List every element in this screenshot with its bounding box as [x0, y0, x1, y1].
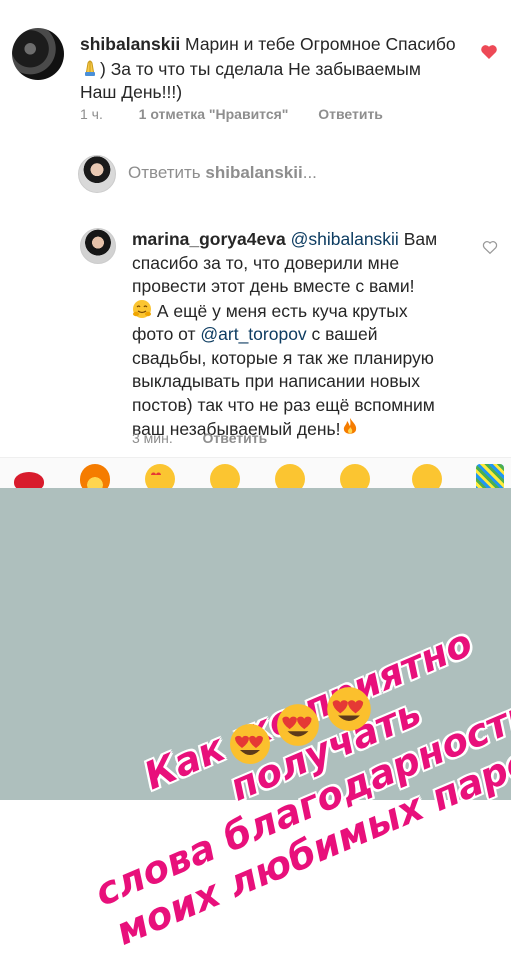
comment-2-time: 3 мин. [132, 430, 173, 446]
mention-art-toropov[interactable]: @art_toropov [200, 324, 306, 344]
comment-2-meta: 3 мин. Ответить [132, 430, 267, 446]
comment-1-meta: 1 ч. 1 отметка "Нравится" Ответить [80, 106, 383, 122]
comment-1-time: 1 ч. [80, 106, 103, 122]
mention-shibalanskii[interactable]: @shibalanskii [291, 229, 399, 249]
comment-1-likes[interactable]: 1 отметка "Нравится" [139, 106, 289, 122]
avatar-current-user [78, 155, 116, 193]
reply-input[interactable]: Ответить shibalanskii... [128, 163, 317, 183]
heart-eyes-emoji-icon [230, 724, 270, 764]
comment-2-username[interactable]: marina_gorya4eva [132, 229, 286, 249]
like-heart-icon[interactable] [480, 44, 498, 60]
comment-1-username[interactable]: shibalanskii [80, 34, 180, 54]
comment-2-text: marina_gorya4eva @shibalanskii Вам спаси… [132, 229, 438, 439]
like-heart-outline-icon[interactable] [482, 240, 498, 255]
comment-2-reply-button[interactable]: Ответить [203, 430, 268, 446]
fire-emoji [341, 417, 359, 435]
heart-eyes-emoji-icon [327, 687, 371, 731]
folded-hands-emoji [80, 57, 100, 76]
avatar-marina[interactable] [80, 228, 116, 264]
comment-1-text: shibalanskii Марин и тебе Огромное Спаси… [80, 34, 456, 102]
hugging-face-emoji [132, 299, 152, 318]
heart-eyes-emoji-icon [277, 704, 319, 746]
comment-1-reply-button[interactable]: Ответить [318, 106, 383, 122]
avatar-shibalanskii[interactable] [12, 28, 64, 80]
